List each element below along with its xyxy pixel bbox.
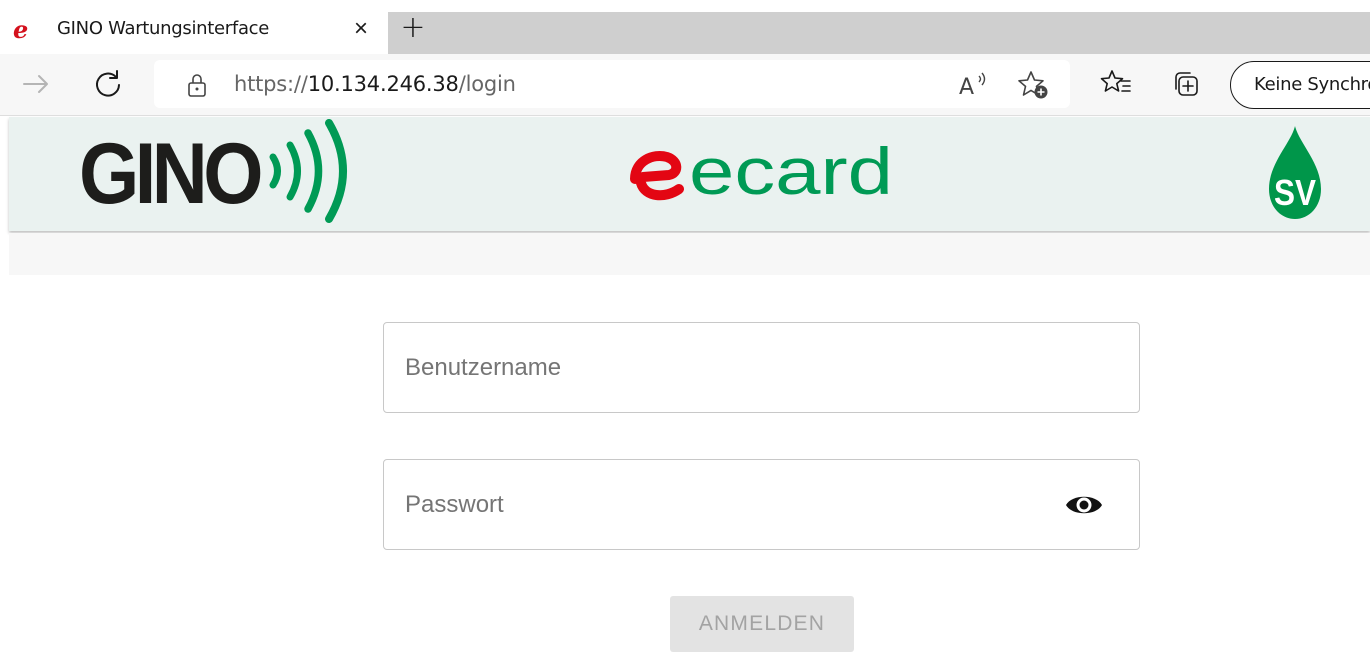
username-field[interactable] bbox=[383, 322, 1140, 413]
close-tab-icon[interactable]: × bbox=[350, 17, 372, 41]
edge-e-icon: e bbox=[13, 18, 28, 42]
gino-logo-text: GINO bbox=[79, 126, 261, 222]
header-subbar bbox=[9, 233, 1370, 275]
show-password-eye-icon[interactable] bbox=[1065, 491, 1103, 519]
svg-text:A: A bbox=[959, 75, 974, 98]
svg-text:e: e bbox=[13, 18, 28, 42]
add-favorite-icon[interactable] bbox=[1018, 70, 1050, 100]
sv-logo: SV bbox=[1269, 126, 1321, 219]
gino-logo: GINO bbox=[79, 119, 347, 223]
sv-logo-text: SV bbox=[1274, 172, 1316, 213]
lock-icon[interactable] bbox=[186, 73, 208, 97]
password-field[interactable] bbox=[383, 459, 1140, 550]
url-host: 10.134.246.38 bbox=[307, 72, 459, 96]
username-input[interactable] bbox=[405, 323, 1055, 412]
url-scheme: https:// bbox=[234, 72, 308, 96]
browser-tab-bar: e GINO Wartungsinterface × + bbox=[0, 0, 1370, 54]
new-tab-button[interactable]: + bbox=[398, 13, 428, 44]
ecard-logo-text: ecard bbox=[689, 139, 893, 208]
ecard-logo: ecard bbox=[630, 139, 893, 208]
tab-title: GINO Wartungsinterface bbox=[57, 18, 270, 39]
read-aloud-icon[interactable]: A bbox=[958, 70, 990, 98]
favorites-icon[interactable] bbox=[1100, 68, 1132, 98]
login-button[interactable]: ANMELDEN bbox=[670, 596, 854, 652]
sync-button[interactable]: Keine Synchronisierung bbox=[1230, 61, 1370, 109]
address-bar[interactable]: https://10.134.246.38/login A bbox=[154, 60, 1070, 108]
forward-arrow-icon[interactable] bbox=[18, 66, 54, 102]
collections-icon[interactable] bbox=[1170, 68, 1202, 98]
url-path: /login bbox=[458, 72, 516, 96]
browser-toolbar: https://10.134.246.38/login A Keine Sync… bbox=[0, 54, 1370, 116]
page-header: GINO ecard SV bbox=[9, 117, 1370, 231]
password-input[interactable] bbox=[405, 460, 1055, 549]
refresh-icon[interactable] bbox=[90, 66, 126, 102]
browser-tab-active[interactable]: e GINO Wartungsinterface × bbox=[0, 10, 388, 54]
tab-strip bbox=[388, 12, 1370, 54]
url-text[interactable]: https://10.134.246.38/login bbox=[234, 72, 516, 96]
